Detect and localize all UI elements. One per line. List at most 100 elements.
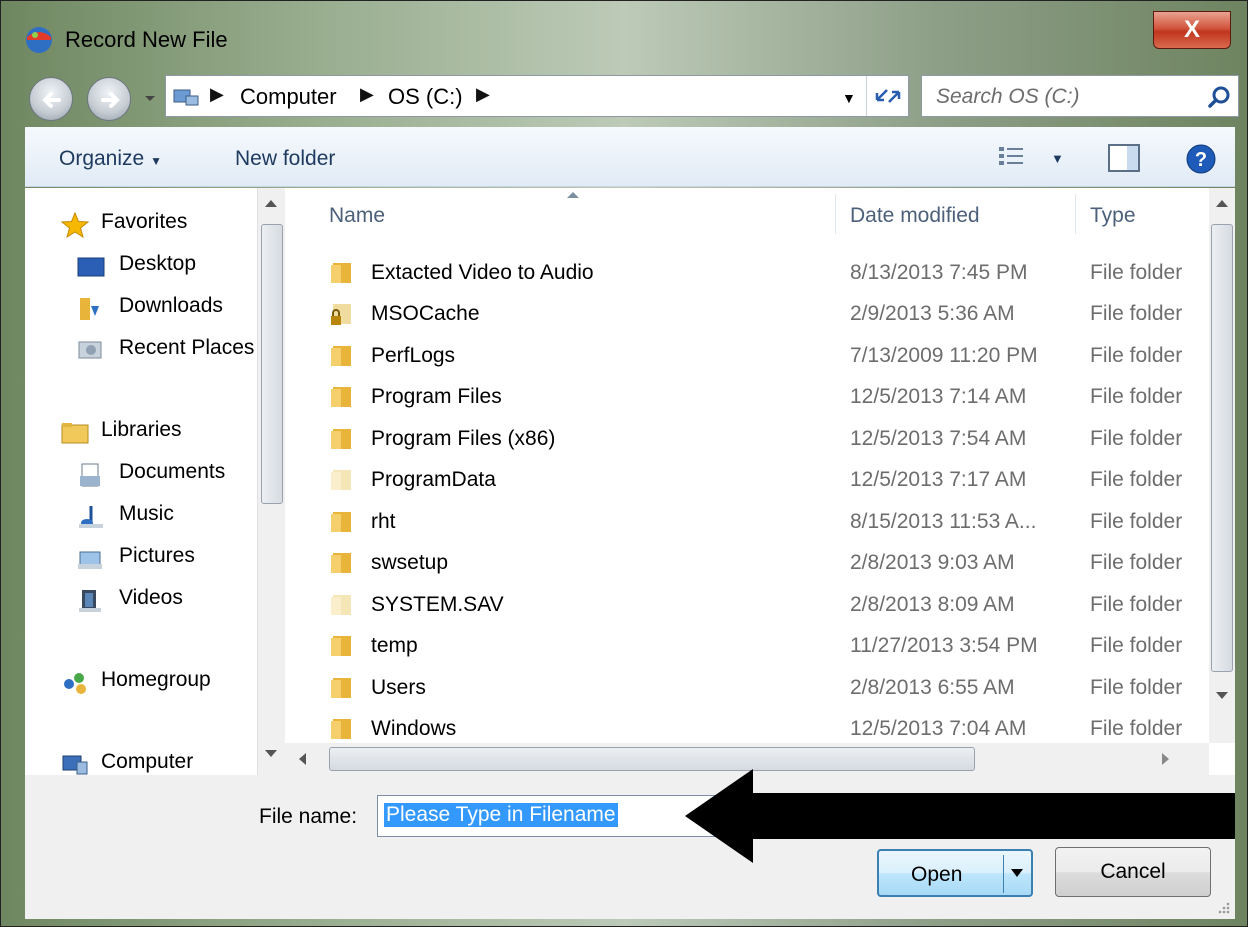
sidebar-item-computer[interactable]: Computer (61, 748, 257, 775)
filename-label: File name: (259, 805, 358, 828)
scroll-up-icon[interactable] (1216, 200, 1228, 207)
scroll-down-icon[interactable] (1216, 692, 1228, 699)
file-type: File folder (1090, 427, 1183, 450)
arrow-right-icon (101, 92, 120, 108)
file-date: 11/27/2013 3:54 PM (850, 634, 1038, 657)
file-type: File folder (1090, 510, 1183, 533)
scroll-down-icon[interactable] (265, 750, 277, 757)
forward-button[interactable] (87, 77, 131, 121)
column-header-date[interactable]: Date modified (850, 204, 980, 228)
refresh-button[interactable] (866, 76, 908, 116)
scrollbar-thumb[interactable] (1211, 224, 1233, 672)
file-date: 7/13/2009 11:20 PM (850, 344, 1038, 367)
help-icon[interactable]: ? (1185, 143, 1217, 175)
column-header-type[interactable]: Type (1090, 204, 1136, 228)
sidebar-item-label: Computer (101, 750, 194, 773)
sidebar-item-label: Downloads (119, 294, 223, 317)
file-row[interactable]: temp 11/27/2013 3:54 PM File folder (285, 626, 1207, 667)
sidebar-item-videos[interactable]: Videos (77, 584, 257, 618)
file-row[interactable]: MSOCache 2/9/2013 5:36 AM File folder (285, 294, 1207, 335)
breadcrumb-separator[interactable]: ▶ (210, 84, 224, 105)
downloads-icon (80, 298, 99, 320)
navigation-scrollbar[interactable] (257, 188, 285, 775)
documents-icon (80, 463, 100, 487)
scrollbar-thumb[interactable] (329, 747, 975, 771)
sidebar-item-homegroup[interactable]: Homegroup (61, 666, 257, 700)
file-date: 12/5/2013 7:17 AM (850, 468, 1027, 491)
refresh-icon (875, 89, 901, 103)
hidden-folder-icon (331, 595, 351, 615)
file-row[interactable]: rht 8/15/2013 11:53 A... File folder (285, 502, 1207, 543)
views-dropdown-icon[interactable]: ▼ (1051, 151, 1064, 166)
search-box[interactable] (921, 75, 1239, 117)
file-row[interactable]: Program Files 12/5/2013 7:14 AM File fol… (285, 377, 1207, 418)
sidebar-item-music[interactable]: Music (77, 500, 257, 534)
file-row[interactable]: swsetup 2/8/2013 9:03 AM File folder (285, 543, 1207, 584)
folder-icon (331, 636, 351, 656)
folder-icon (331, 512, 351, 532)
file-type: File folder (1090, 385, 1183, 408)
search-icon[interactable] (1208, 85, 1232, 109)
address-dropdown-icon[interactable]: ▼ (842, 90, 856, 106)
libraries-icon (61, 423, 89, 444)
column-divider[interactable] (1075, 194, 1076, 234)
file-row[interactable]: ProgramData 12/5/2013 7:17 AM File folde… (285, 460, 1207, 501)
file-list: Name Date modified Type Extacted Video t… (285, 188, 1235, 775)
file-type: File folder (1090, 551, 1183, 574)
sidebar-item-downloads[interactable]: Downloads (77, 292, 257, 326)
folder-icon (331, 346, 351, 366)
scroll-left-icon[interactable] (299, 753, 306, 765)
file-row[interactable]: Program Files (x86) 12/5/2013 7:54 AM Fi… (285, 419, 1207, 460)
file-date: 12/5/2013 7:54 AM (850, 427, 1027, 450)
close-button[interactable]: X (1153, 11, 1231, 49)
scroll-up-icon[interactable] (265, 200, 277, 207)
chevron-down-icon[interactable] (1011, 869, 1023, 877)
organize-button[interactable]: Organize ▼ (59, 147, 162, 171)
command-toolbar: Organize ▼ New folder ▼ ? (25, 127, 1235, 187)
file-row[interactable]: Users 2/8/2013 6:55 AM File folder (285, 668, 1207, 709)
breadcrumb-os-c[interactable]: OS (C:) (388, 84, 463, 110)
file-row[interactable]: PerfLogs 7/13/2009 11:20 PM File folder (285, 336, 1207, 377)
preview-pane-icon[interactable] (1107, 143, 1141, 173)
resize-grip-icon[interactable] (1215, 899, 1231, 915)
column-divider[interactable] (835, 194, 836, 234)
change-view-icon[interactable] (997, 145, 1027, 169)
file-name: MSOCache (371, 302, 480, 325)
file-row[interactable]: SYSTEM.SAV 2/8/2013 8:09 AM File folder (285, 585, 1207, 626)
search-input[interactable] (936, 84, 1196, 110)
sidebar-item-libraries[interactable]: Libraries (61, 416, 257, 450)
title-bar[interactable]: Record New File X (1, 1, 1247, 67)
arrow-left-icon (42, 92, 61, 108)
scrollbar-thumb[interactable] (261, 224, 283, 504)
cancel-button[interactable]: Cancel (1055, 847, 1211, 897)
back-button[interactable] (29, 77, 73, 121)
file-type: File folder (1090, 593, 1183, 616)
svg-text:?: ? (1195, 149, 1207, 171)
file-type: File folder (1090, 634, 1183, 657)
sidebar-item-desktop[interactable]: Desktop (77, 250, 257, 284)
sidebar-item-label: Recent Places (119, 336, 255, 359)
hidden-folder-icon (331, 470, 351, 490)
folder-icon (331, 387, 351, 407)
file-list-scrollbar[interactable] (1209, 188, 1235, 743)
open-button[interactable]: Open (877, 849, 1033, 897)
sidebar-item-documents[interactable]: Documents (77, 458, 257, 492)
breadcrumb-separator[interactable]: ▶ (476, 84, 490, 105)
scroll-right-icon[interactable] (1162, 753, 1169, 765)
column-header-name[interactable]: Name (329, 204, 385, 228)
sidebar-item-favorites[interactable]: Favorites (61, 208, 257, 242)
sidebar-item-pictures[interactable]: Pictures (77, 542, 257, 576)
sidebar-item-label: Pictures (119, 544, 195, 567)
recent-pages-dropdown[interactable] (143, 91, 157, 105)
filename-value[interactable]: Please Type in Filename (384, 803, 618, 827)
sidebar-item-label: Music (119, 502, 174, 525)
file-row[interactable]: Extacted Video to Audio 8/13/2013 7:45 P… (285, 253, 1207, 294)
sidebar-item-label: Documents (119, 460, 226, 483)
sidebar-item-recent-places[interactable]: Recent Places (77, 334, 257, 368)
close-icon: X (1183, 16, 1200, 43)
breadcrumb-computer[interactable]: Computer (240, 84, 337, 110)
file-date: 12/5/2013 7:14 AM (850, 385, 1027, 408)
address-bar[interactable]: ▶ Computer ▶ OS (C:) ▶ ▼ (165, 75, 909, 117)
breadcrumb-separator[interactable]: ▶ (360, 84, 374, 105)
new-folder-button[interactable]: New folder (235, 147, 335, 171)
